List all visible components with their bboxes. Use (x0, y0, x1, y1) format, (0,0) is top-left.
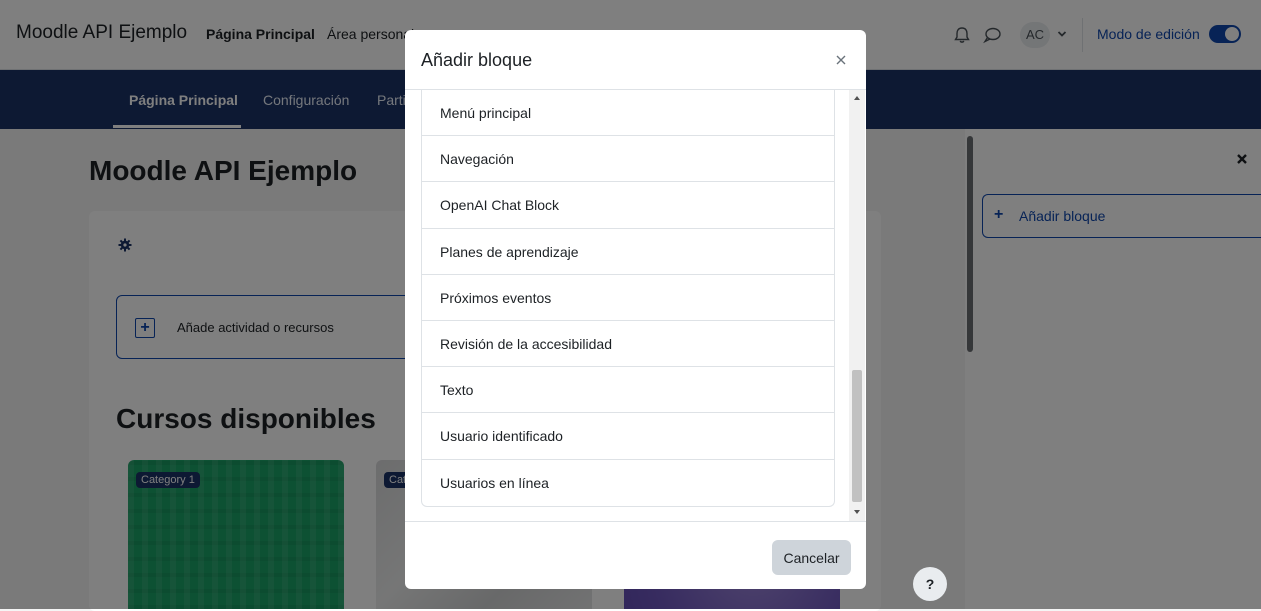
list-item[interactable]: Planes de aprendizaje (422, 229, 834, 275)
modal-title: Añadir bloque (421, 50, 533, 70)
modal-footer: Cancelar (405, 522, 866, 589)
list-item[interactable]: Menú principal (422, 90, 834, 137)
list-item[interactable]: Usuarios en línea (422, 460, 834, 506)
help-icon[interactable]: ? (913, 567, 947, 601)
scrollbar-thumb[interactable] (852, 370, 862, 502)
list-item[interactable]: Navegación (422, 136, 834, 183)
modal-scrollbar[interactable] (849, 90, 865, 521)
list-item[interactable]: Revisión de la accesibilidad (422, 321, 834, 368)
modal-header: Añadir bloque (405, 30, 866, 90)
scroll-down-icon[interactable] (853, 508, 861, 516)
add-block-modal: Añadir bloque Menú principal Navegación … (405, 30, 866, 589)
list-item[interactable]: Usuario identificado (422, 413, 834, 460)
cancel-button[interactable]: Cancelar (772, 540, 851, 575)
modal-body: Menú principal Navegación OpenAI Chat Bl… (405, 90, 866, 522)
list-item[interactable]: OpenAI Chat Block (422, 182, 834, 229)
list-item[interactable]: Próximos eventos (422, 275, 834, 321)
scroll-up-icon[interactable] (853, 94, 861, 102)
block-list: Menú principal Navegación OpenAI Chat Bl… (421, 90, 835, 507)
list-item[interactable]: Texto (422, 367, 834, 414)
close-icon[interactable] (836, 55, 846, 65)
